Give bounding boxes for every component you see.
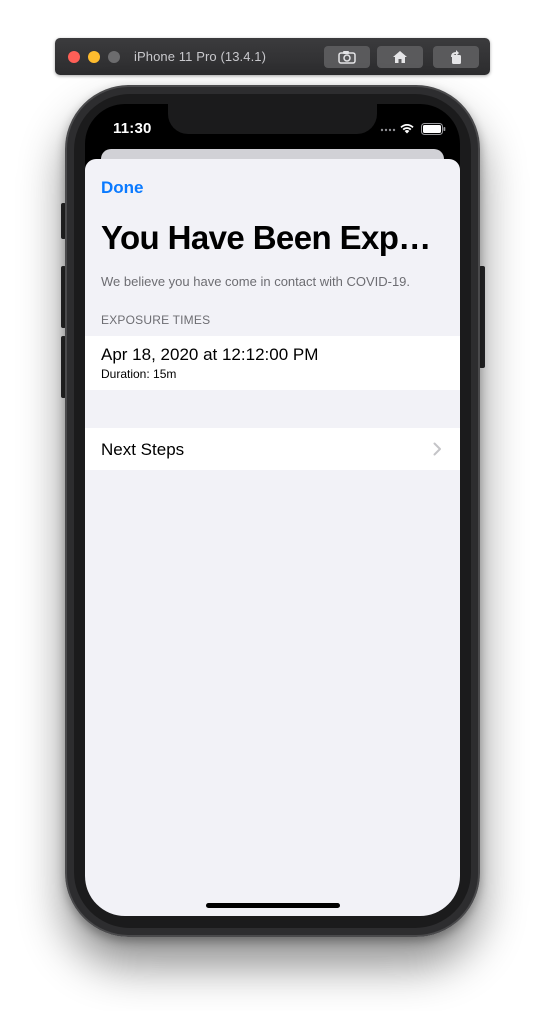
exposure-times-header: EXPOSURE TIMES — [101, 313, 211, 327]
rotate-icon — [451, 50, 461, 64]
next-steps-row[interactable]: Next Steps — [85, 428, 460, 470]
wifi-icon — [400, 124, 414, 134]
notch — [168, 104, 377, 134]
next-steps-label: Next Steps — [101, 440, 185, 459]
chevron-right-icon — [433, 442, 441, 456]
cellular-signal-icon — [380, 128, 396, 132]
screenshot-button[interactable] — [324, 46, 370, 68]
simulator-title: iPhone 11 Pro (13.4.1) — [134, 49, 267, 64]
exposure-duration: Duration: 15m — [101, 367, 177, 381]
simulator-title-bar: iPhone 11 Pro (13.4.1) — [55, 38, 490, 75]
exposure-date: Apr 18, 2020 at 12:12:00 PM — [101, 345, 319, 364]
exposure-row: Apr 18, 2020 at 12:12:00 PM Duration: 15… — [85, 336, 460, 390]
status-time: 11:30 — [113, 120, 152, 137]
exposure-sheet: Done You Have Been Exposed We believe yo… — [85, 159, 460, 916]
minimize-window-button[interactable] — [88, 51, 100, 63]
screenshot-icon — [338, 51, 356, 64]
device-screen: 11:30 Done You Have Been Exposed We beli… — [85, 104, 460, 916]
page-title: You Have Been Exposed — [101, 219, 444, 256]
close-window-button[interactable] — [68, 51, 80, 63]
done-button[interactable]: Done — [101, 178, 144, 198]
simulator-stage: iPhone 11 Pro (13.4.1) 11:30 Done You Ha… — [0, 0, 545, 1011]
home-indicator[interactable] — [206, 903, 340, 908]
home-icon — [393, 51, 407, 63]
battery-icon — [421, 123, 446, 135]
zoom-window-button[interactable] — [108, 51, 120, 63]
rotate-button[interactable] — [433, 46, 479, 68]
home-button[interactable] — [377, 46, 423, 68]
exposure-description: We believe you have come in contact with… — [101, 274, 411, 289]
